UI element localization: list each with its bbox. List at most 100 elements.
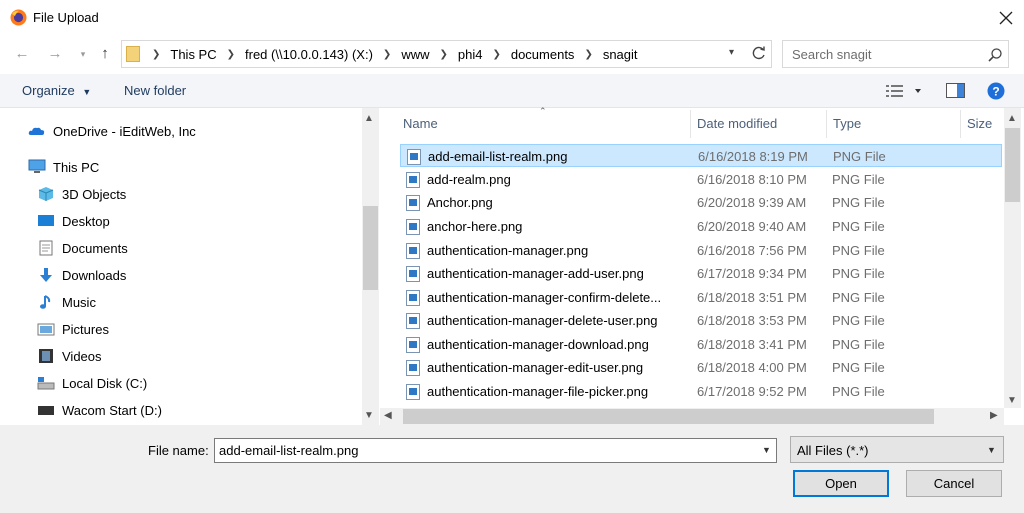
cancel-button[interactable]: Cancel	[906, 470, 1002, 497]
breadcrumb-chevron-icon[interactable]: ❯	[433, 49, 453, 60]
chevron-down-icon: ▼	[987, 445, 996, 455]
column-divider[interactable]	[690, 110, 691, 138]
nav-item-3d-objects[interactable]: 3D Objects	[37, 182, 126, 206]
nav-item-desktop[interactable]: Desktop	[37, 209, 110, 233]
nav-scroll-down-icon[interactable]: ▼	[364, 410, 374, 421]
help-icon[interactable]: ?	[987, 82, 1005, 100]
breadcrumb-fred[interactable]: fred (\\10.0.0.143) (X:)	[241, 47, 377, 62]
column-header-type[interactable]: Type	[833, 116, 861, 131]
nav-item-onedrive[interactable]: OneDrive - iEditWeb, Inc	[28, 119, 196, 143]
file-row[interactable]: authentication-manager-add-user.png 6/17…	[400, 262, 1002, 285]
refresh-icon[interactable]	[750, 44, 768, 62]
file-date: 6/16/2018 7:56 PM	[697, 243, 807, 258]
file-type: PNG File	[832, 195, 885, 210]
file-row[interactable]: authentication-manager-delete-user.png 6…	[400, 309, 1002, 332]
column-header-size[interactable]: Size	[967, 116, 992, 131]
nav-item-wacom-start[interactable]: Wacom Start (D:)	[37, 398, 162, 422]
file-row[interactable]: authentication-manager.png 6/16/2018 7:5…	[400, 239, 1002, 262]
png-file-icon	[406, 337, 420, 353]
file-list-horizontal-thumb[interactable]	[403, 409, 934, 424]
breadcrumb-www[interactable]: www	[397, 47, 433, 62]
new-folder-button[interactable]: New folder	[124, 83, 186, 98]
file-type: PNG File	[833, 149, 886, 164]
back-arrow-icon[interactable]: ←	[12, 44, 32, 64]
png-file-icon	[406, 243, 420, 259]
file-type-filter[interactable]: All Files (*.*) ▼	[790, 436, 1004, 463]
up-arrow-icon[interactable]: ↑	[95, 44, 115, 64]
file-row[interactable]: anchor-here.png 6/20/2018 9:40 AM PNG Fi…	[400, 215, 1002, 238]
file-name: add-email-list-realm.png	[428, 149, 568, 164]
search-input[interactable]: Search snagit	[782, 40, 1009, 68]
file-type: PNG File	[832, 313, 885, 328]
breadcrumb-this-pc[interactable]: This PC	[166, 47, 220, 62]
file-row[interactable]: Anchor.png 6/20/2018 9:39 AM PNG File	[400, 191, 1002, 214]
close-icon[interactable]	[996, 8, 1016, 28]
list-scroll-down-icon[interactable]: ▼	[1007, 395, 1017, 406]
file-date: 6/16/2018 8:10 PM	[697, 172, 807, 187]
png-file-icon	[406, 384, 420, 400]
nav-item-this-pc[interactable]: This PC	[28, 155, 99, 179]
recent-chevron-icon[interactable]: ▾	[73, 44, 93, 64]
address-dropdown-icon[interactable]: ▾	[729, 47, 734, 58]
search-icon[interactable]	[987, 47, 1003, 63]
nav-item-label: Local Disk (C:)	[62, 375, 148, 391]
file-row[interactable]: authentication-manager-download.png 6/18…	[400, 333, 1002, 356]
nav-scroll-up-icon[interactable]: ▲	[364, 113, 374, 124]
file-type: PNG File	[832, 243, 885, 258]
column-divider[interactable]	[826, 110, 827, 138]
file-list-vertical-thumb[interactable]	[1005, 128, 1020, 202]
file-date: 6/18/2018 3:41 PM	[697, 337, 807, 352]
breadcrumb-chevron-icon[interactable]: ❯	[377, 49, 397, 60]
list-scroll-left-icon[interactable]: ◀	[384, 410, 392, 421]
preview-pane-icon[interactable]	[946, 83, 966, 99]
filename-dropdown-icon[interactable]: ▼	[757, 439, 776, 462]
nav-item-label: This PC	[53, 159, 100, 175]
list-scroll-up-icon[interactable]: ▲	[1007, 113, 1017, 124]
address-bar[interactable]: ❯ This PC ❯ fred (\\10.0.0.143) (X:) ❯ w…	[121, 40, 772, 68]
computer-icon	[28, 159, 46, 175]
breadcrumb-documents[interactable]: documents	[507, 47, 579, 62]
file-name: authentication-manager-download.png	[427, 337, 649, 352]
nav-item-videos[interactable]: Videos	[37, 344, 102, 368]
view-options-icon[interactable]	[886, 84, 926, 98]
nav-item-music[interactable]: Music	[37, 290, 96, 314]
breadcrumb-chevron-icon[interactable]: ❯	[486, 49, 506, 60]
file-row[interactable]: add-email-list-realm.png 6/16/2018 8:19 …	[400, 144, 1002, 167]
file-row[interactable]: authentication-manager-file-picker.png 6…	[400, 380, 1002, 403]
file-type: PNG File	[832, 219, 885, 234]
file-date: 6/16/2018 8:19 PM	[698, 149, 808, 164]
column-header-date[interactable]: Date modified	[697, 116, 777, 131]
nav-item-downloads[interactable]: Downloads	[37, 263, 126, 287]
filename-input[interactable]	[214, 438, 777, 463]
drive-icon	[37, 375, 55, 391]
file-row[interactable]: authentication-manager-edit-user.png 6/1…	[400, 356, 1002, 379]
nav-item-label: Music	[62, 294, 96, 310]
music-note-icon	[37, 294, 55, 310]
nav-scrollbar-thumb[interactable]	[363, 206, 378, 290]
file-type: PNG File	[832, 360, 885, 375]
nav-item-label: 3D Objects	[62, 186, 127, 202]
nav-item-label: Pictures	[62, 321, 109, 337]
file-name: authentication-manager-edit-user.png	[427, 360, 644, 375]
list-scroll-right-icon[interactable]: ▶	[990, 410, 998, 421]
download-arrow-icon	[37, 267, 55, 283]
nav-item-documents[interactable]: Documents	[37, 236, 128, 260]
breadcrumb-chevron-icon[interactable]: ❯	[146, 49, 166, 60]
open-button[interactable]: Open	[793, 470, 889, 497]
file-row[interactable]: add-realm.png 6/16/2018 8:10 PM PNG File	[400, 168, 1002, 191]
breadcrumb-chevron-icon[interactable]: ❯	[221, 49, 241, 60]
documents-icon	[37, 240, 55, 256]
nav-item-local-disk[interactable]: Local Disk (C:)	[37, 371, 147, 395]
organize-button[interactable]: Organize ▼	[22, 83, 91, 98]
file-type: PNG File	[832, 290, 885, 305]
sort-ascending-icon: ⌃	[539, 106, 547, 116]
column-header-name[interactable]: Name	[403, 116, 438, 131]
column-divider[interactable]	[960, 110, 961, 138]
breadcrumb-chevron-icon[interactable]: ❯	[578, 49, 598, 60]
window-title: File Upload	[33, 10, 99, 25]
forward-arrow-icon[interactable]: →	[45, 44, 65, 64]
breadcrumb-snagit[interactable]: snagit	[599, 47, 642, 62]
nav-item-pictures[interactable]: Pictures	[37, 317, 109, 341]
file-row[interactable]: authentication-manager-confirm-delete...…	[400, 286, 1002, 309]
breadcrumb-phi4[interactable]: phi4	[454, 47, 487, 62]
